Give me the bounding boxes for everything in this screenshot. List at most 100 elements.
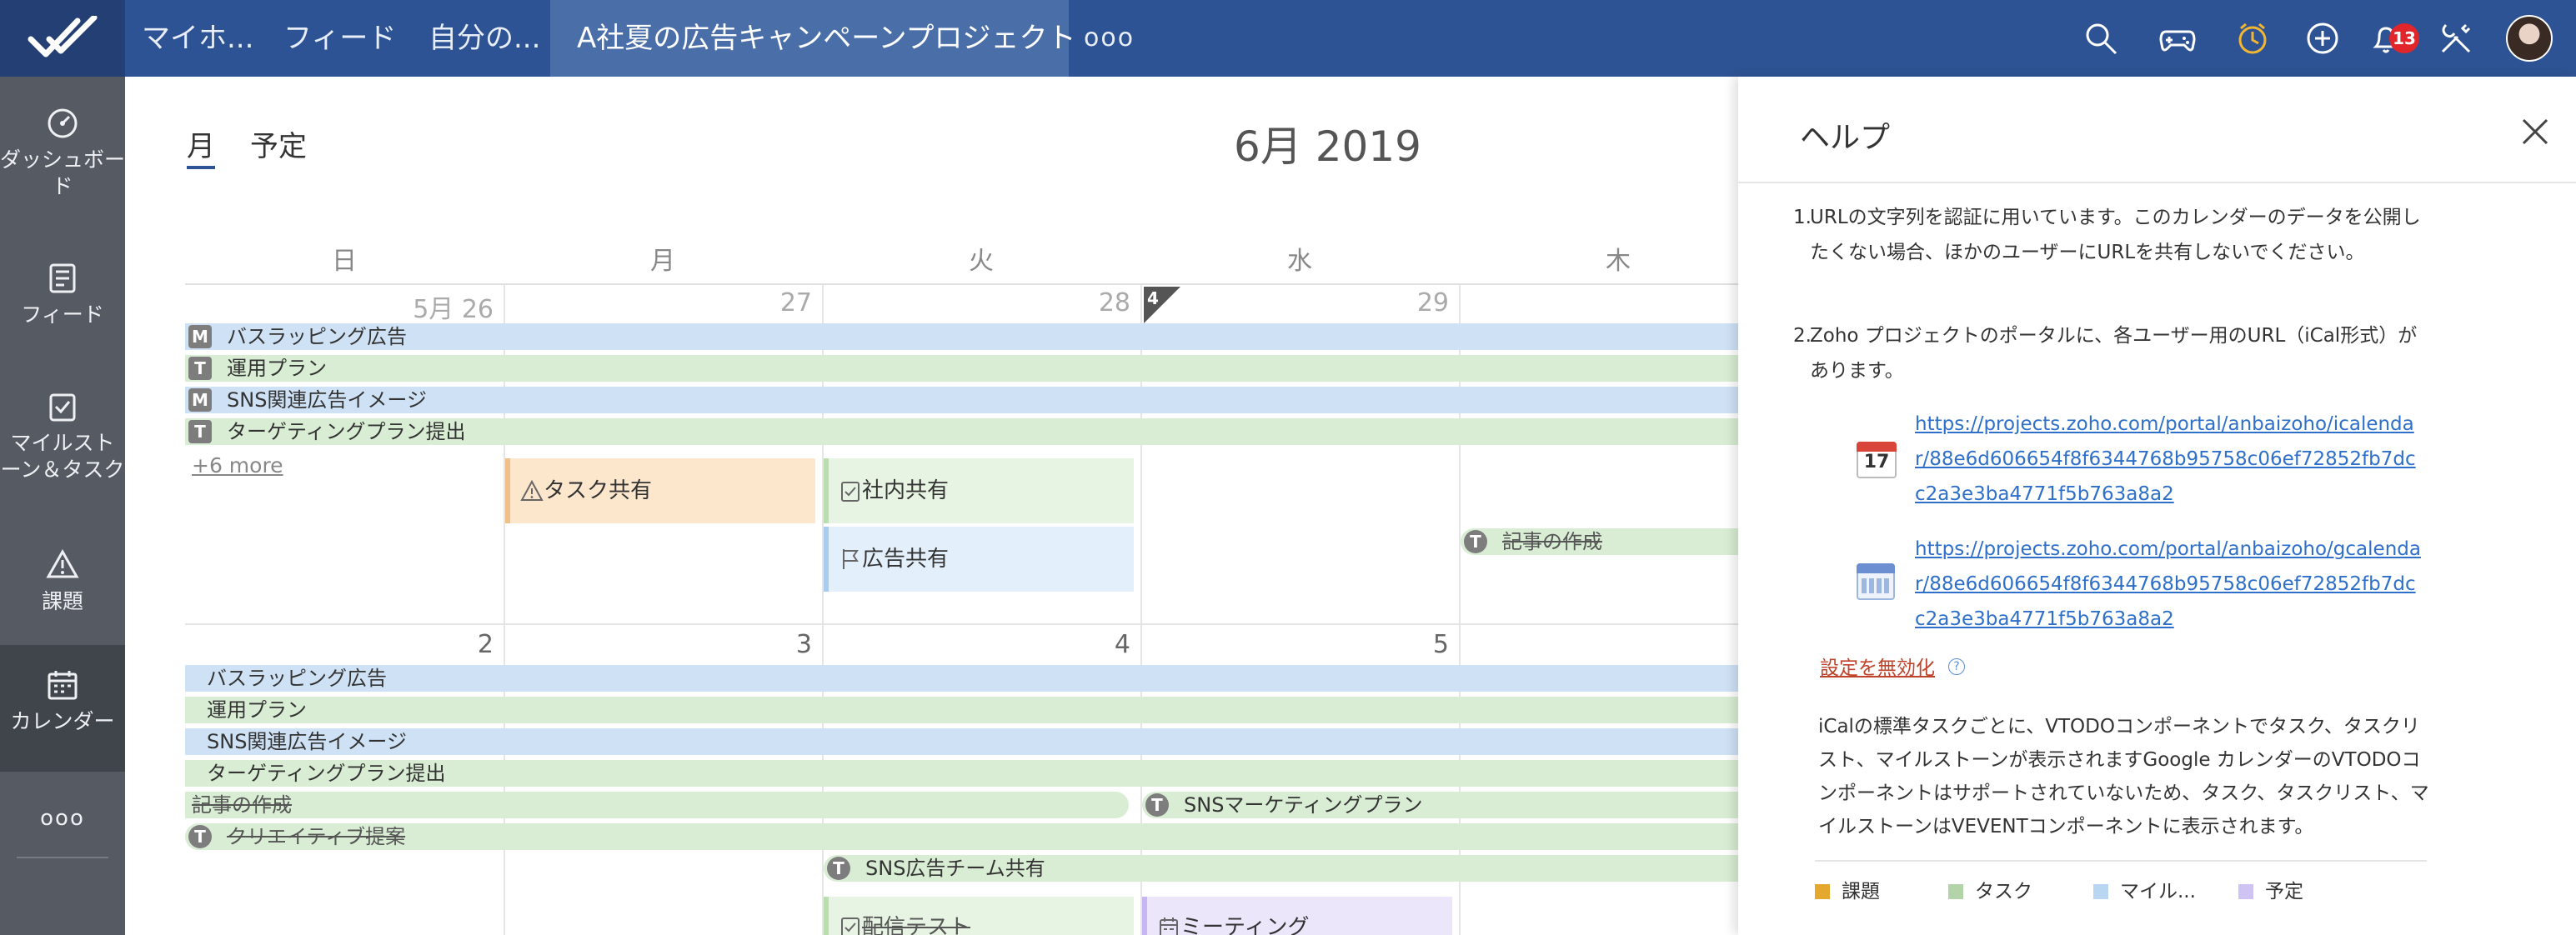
search-icon[interactable] [2082, 20, 2119, 57]
milestone-tag: M [188, 325, 212, 348]
event-label: 運用プラン [207, 698, 307, 722]
event-label: ターゲティングプラン提出 [227, 420, 466, 443]
event-bar[interactable]: T SNSマーケティングプラン [1142, 792, 1738, 818]
legend-divider [1815, 860, 2427, 862]
event-label: クリエイティブ提案 [227, 825, 406, 848]
legend-label: マイル... [2120, 881, 2196, 902]
legend-swatch [2093, 884, 2108, 899]
close-icon[interactable] [2518, 115, 2552, 148]
google-calendar-icon [1857, 563, 1895, 600]
grid-top-line [185, 283, 1738, 285]
event-bar[interactable]: T SNS広告チーム共有 [824, 855, 1738, 882]
event-bar-completed[interactable]: T クリエイティブ提案 [185, 823, 1738, 850]
event-label: 社内共有 [862, 478, 950, 503]
help-panel: ヘルプ 1. URLの文字列を認証に用いています。このカレンダーのデータを公開し… [1738, 77, 2576, 935]
nav-tab-feed[interactable]: フィード [283, 0, 396, 77]
disable-setting-link[interactable]: 設定を無効化 [1820, 652, 1935, 680]
event-label: 配信テスト [862, 915, 971, 935]
task-tag: T [1145, 793, 1169, 817]
event-card-ad-share[interactable]: 広告共有 [824, 527, 1134, 592]
date-number[interactable]: 5月 26 [185, 288, 494, 325]
dashboard-icon [48, 108, 78, 138]
sidebar-item-issues[interactable]: 課題 [0, 548, 125, 615]
nav-more-icon[interactable]: ooo [1084, 0, 1135, 77]
date-number[interactable]: 4 [822, 630, 1130, 659]
sidebar-item-label: 課題 [41, 589, 83, 613]
ical-url-link[interactable]: https://projects.zoho.com/portal/anbaizo… [1915, 407, 2423, 512]
date-number[interactable]: 28 [822, 288, 1130, 318]
event-bar[interactable]: T ターゲティングプラン提出 [185, 418, 1738, 445]
event-label: 記事の作成 [192, 793, 292, 817]
app-logo-check-icon[interactable] [0, 0, 125, 77]
ical-icon-day: 17 [1863, 452, 1890, 472]
date-number[interactable]: 2 [185, 630, 494, 659]
nav-tab-project[interactable]: A社夏の広告キャンペーンプロジェクト [550, 0, 1076, 77]
task-check-icon [841, 482, 860, 502]
event-label: バスラッピング広告 [207, 667, 387, 690]
sidebar-item-dashboard[interactable]: ダッシュボード [0, 107, 125, 200]
event-bar[interactable]: バスラッピング広告 [185, 665, 1738, 692]
event-bar-completed[interactable]: 記事の作成 [185, 792, 1129, 818]
add-circle-icon[interactable] [2304, 20, 2341, 57]
weekday-header: 火 [969, 247, 994, 276]
help-question-icon[interactable]: ? [1948, 658, 1965, 675]
more-events-link[interactable]: +6 more [192, 453, 283, 478]
legend-item-milestone: マイル... [2093, 880, 2196, 903]
task-check-icon [841, 918, 860, 935]
event-bar[interactable]: SNS関連広告イメージ [185, 728, 1738, 755]
legend-label: 課題 [1842, 881, 1880, 902]
event-bar-completed[interactable]: T 記事の作成 [1461, 528, 1738, 555]
legend-label: 予定 [2265, 881, 2303, 902]
event-bar[interactable]: M バスラッピング広告 [185, 323, 1738, 350]
event-bar[interactable]: ターゲティングプラン提出 [185, 760, 1738, 787]
event-bar[interactable]: T 運用プラン [185, 355, 1738, 382]
gcalendar-url-link[interactable]: https://projects.zoho.com/portal/anbaizo… [1915, 532, 2423, 637]
milestone-tag: M [188, 388, 212, 412]
milestone-flag-icon [843, 549, 859, 569]
event-bar[interactable]: M SNS関連広告イメージ [185, 387, 1738, 413]
event-card-meeting[interactable]: ミーティング [1142, 897, 1452, 935]
help-paragraph-text: URLの文字列を認証に用いています。このカレンダーのデータを公開したくない場合、… [1810, 207, 2421, 263]
sidebar-item-label: ダッシュボード [0, 148, 126, 198]
sidebar-more-icon[interactable]: ooo [0, 805, 125, 832]
event-card-delivery-test[interactable]: 配信テスト [824, 897, 1134, 935]
milestone-task-icon [49, 393, 76, 422]
event-label: SNS関連広告イメージ [227, 388, 427, 412]
nav-tab-myhome[interactable]: マイホ... [142, 0, 253, 77]
calendar-icon [48, 671, 78, 700]
sidebar-item-calendar[interactable]: カレンダー [0, 645, 125, 772]
event-card-internal-share[interactable]: 社内共有 [824, 458, 1134, 523]
date-number[interactable]: 3 [504, 630, 812, 659]
date-number[interactable]: 5 [1140, 630, 1449, 659]
view-tab-plan[interactable]: 予定 [250, 123, 307, 164]
help-paragraph-number: 1. [1793, 207, 1812, 228]
week-number: 4 [1147, 288, 1159, 308]
sidebar-item-milestones-tasks[interactable]: マイルストーン＆タスク [0, 390, 125, 483]
legend-label: タスク [1975, 881, 2032, 902]
tools-settings-icon[interactable] [2438, 20, 2474, 57]
event-label: 記事の作成 [1502, 530, 1602, 553]
issue-icon [46, 548, 79, 578]
view-tab-month[interactable]: 月 [187, 123, 215, 169]
date-number[interactable]: 27 [504, 288, 812, 318]
notification-count-badge: 13 [2389, 23, 2419, 53]
task-tag: T [827, 857, 850, 880]
timer-clock-icon[interactable] [2234, 20, 2271, 57]
help-paragraph-number: 2. [1793, 325, 1812, 347]
user-avatar[interactable] [2506, 15, 2553, 62]
legend-swatch [1948, 884, 1963, 899]
nav-tab-mine[interactable]: 自分の... [428, 0, 540, 77]
gamepad-icon[interactable] [2159, 20, 2196, 57]
legend-item-plan: 予定 [2238, 880, 2303, 903]
sidebar-divider [17, 857, 108, 858]
sidebar-item-label: フィード [21, 302, 104, 327]
event-bar[interactable]: 運用プラン [185, 697, 1738, 723]
help-paragraph-1: 1. URLの文字列を認証に用いています。このカレンダーのデータを公開したくない… [1793, 200, 2427, 270]
weekday-header: 月 [650, 247, 675, 276]
month-title: 6月 2019 [1234, 122, 1421, 171]
weekday-header: 木 [1606, 247, 1631, 276]
event-label: 広告共有 [862, 547, 950, 572]
date-number[interactable]: 29 [1140, 288, 1449, 318]
sidebar-item-feed[interactable]: フィード [0, 262, 125, 328]
event-card-task-share[interactable]: タスク共有 [505, 458, 815, 523]
